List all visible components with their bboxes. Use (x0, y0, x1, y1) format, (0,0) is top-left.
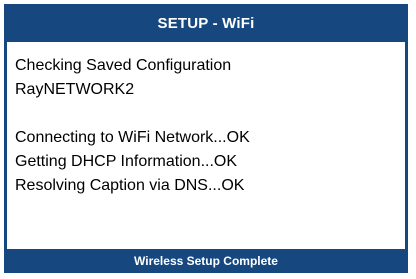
log-line-dns: Resolving Caption via DNS...OK (15, 177, 245, 194)
setup-wifi-panel: SETUP - WiFi Checking Saved Configuratio… (4, 4, 408, 273)
status-footer: Wireless Setup Complete (134, 254, 278, 268)
panel-title: SETUP - WiFi (157, 14, 255, 32)
log-line-checking-config: Checking Saved Configuration (15, 57, 232, 74)
log-line-connecting: Connecting to WiFi Network...OK (15, 129, 250, 146)
log-blank-line (15, 102, 405, 126)
log-line-dhcp: Getting DHCP Information...OK (15, 153, 238, 170)
log-line-network-name: RayNETWORK2 (15, 81, 135, 98)
status-log: Checking Saved Configuration RayNETWORK2… (7, 42, 405, 249)
